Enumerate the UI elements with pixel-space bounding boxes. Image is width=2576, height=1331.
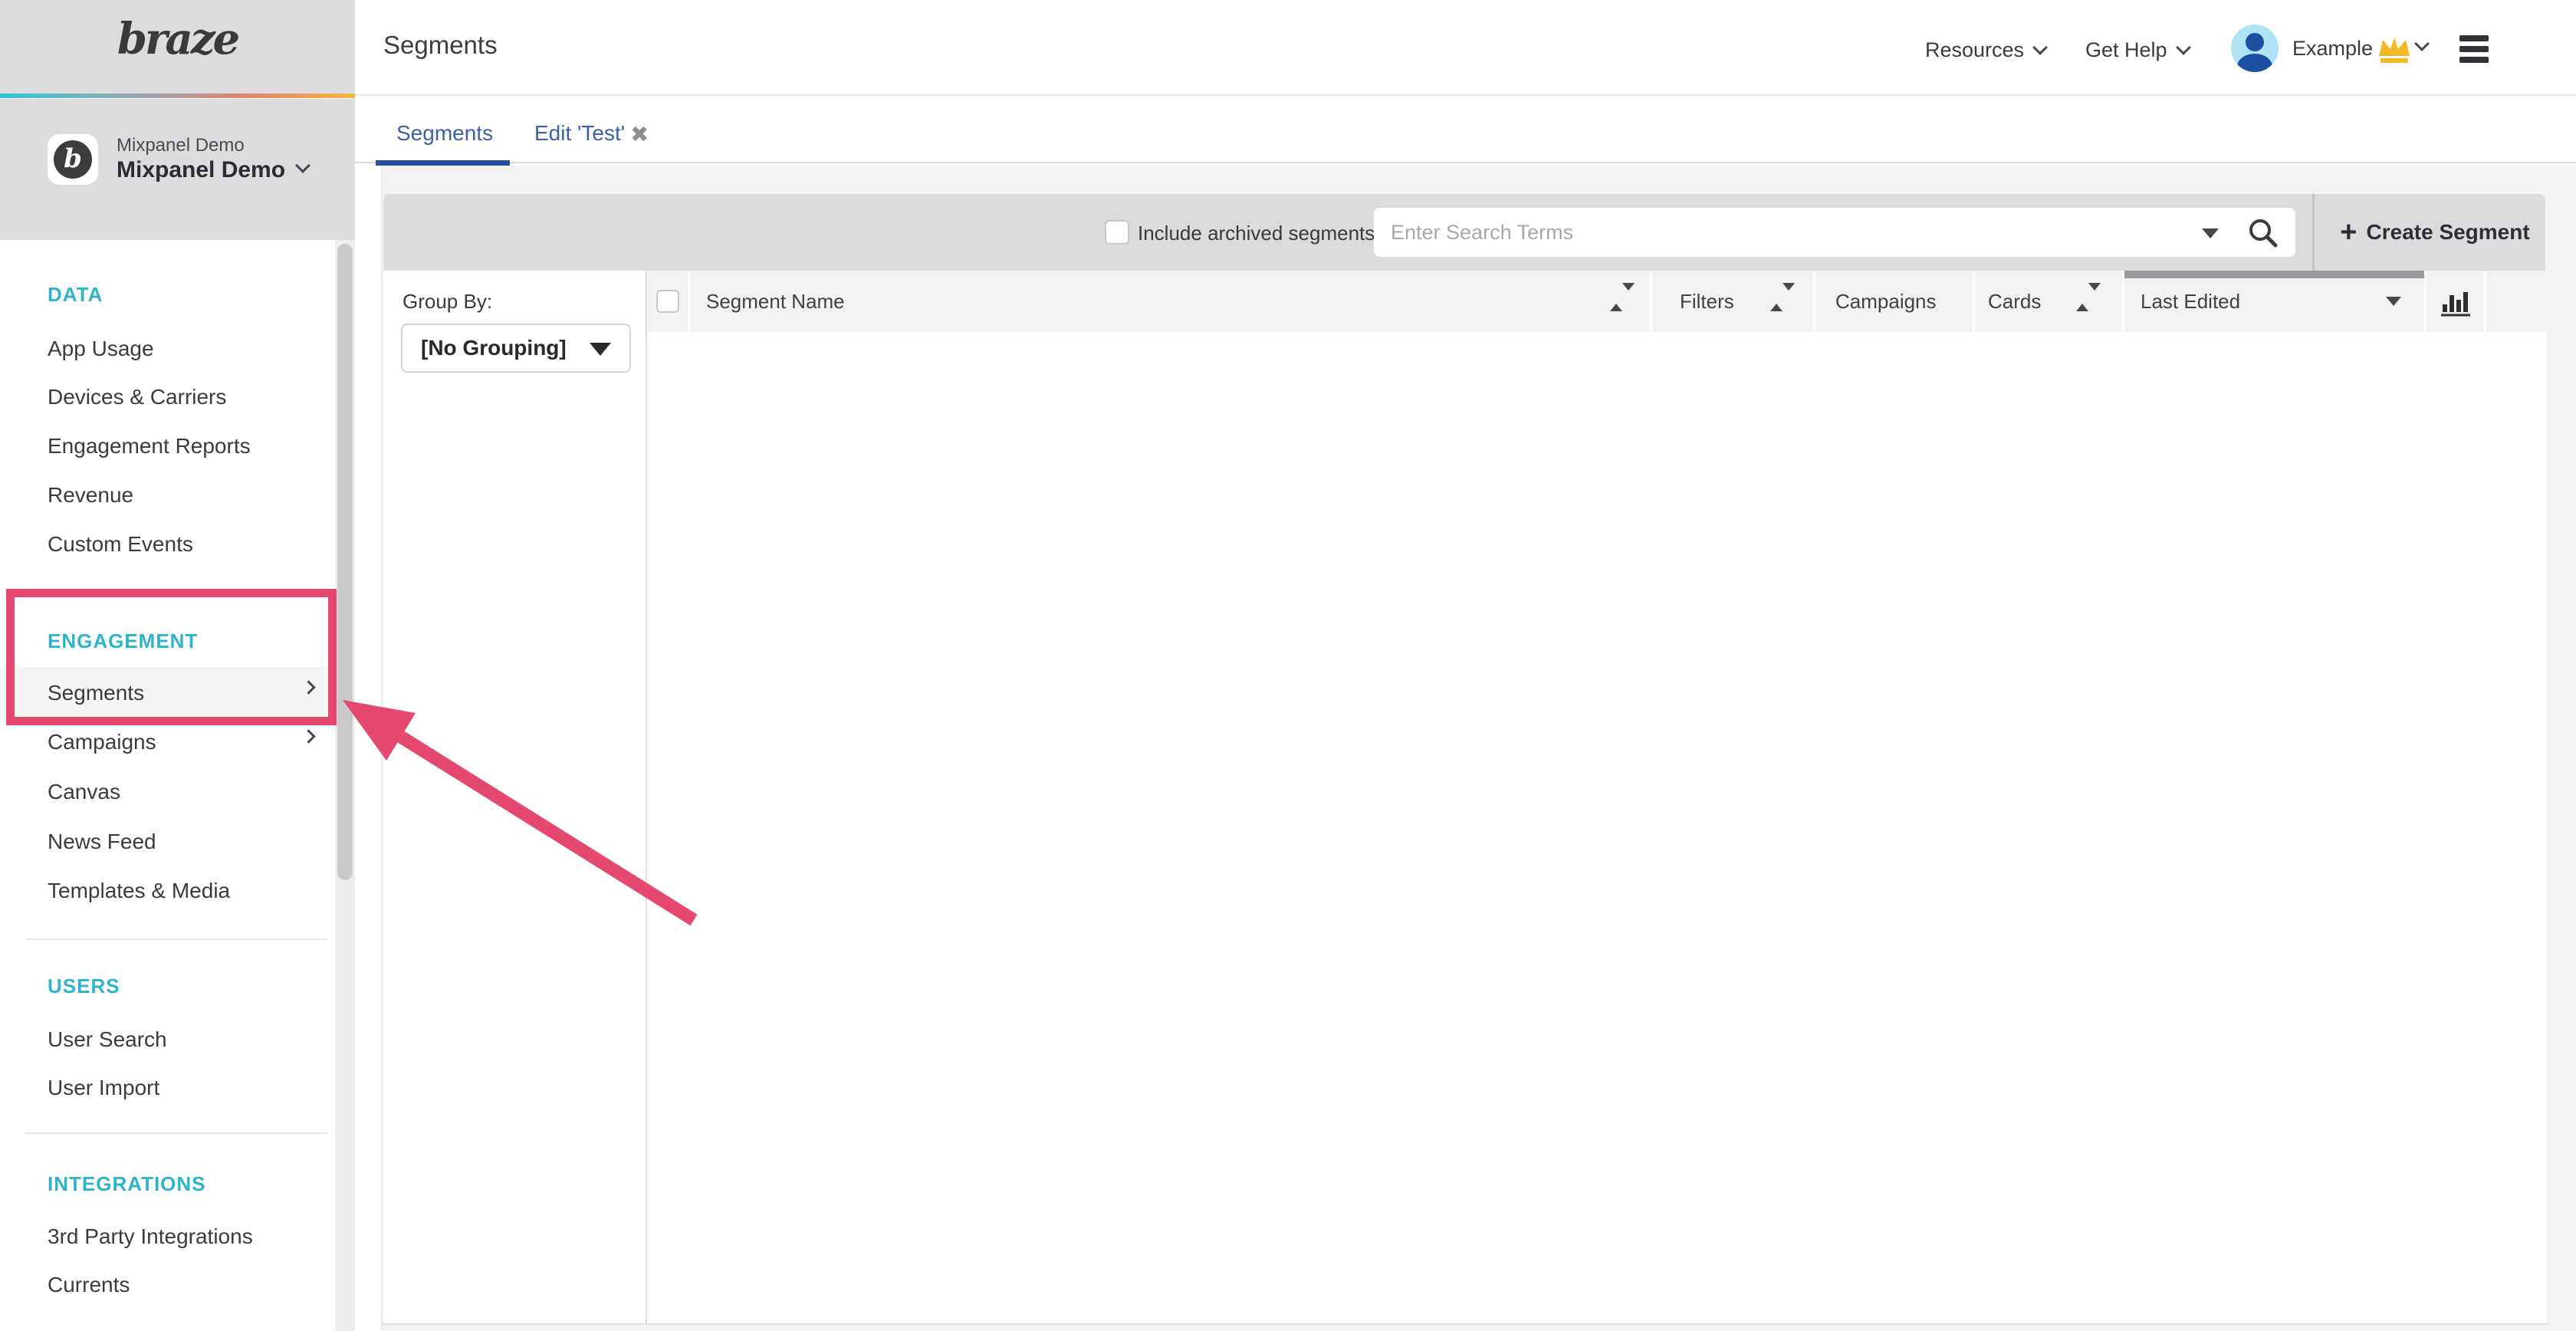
header-cell-chart[interactable] [2426,271,2484,332]
sidebar-item-campaigns[interactable]: Campaigns [0,725,335,759]
chevron-down-icon [2032,40,2048,55]
workspace-badge: b [48,134,98,185]
braze-app-window: braze Segments Resources Get Help Exampl… [0,0,2576,1331]
resources-label: Resources [1925,38,2024,62]
sidebar-divider [25,938,327,940]
user-avatar[interactable] [2231,25,2279,72]
hamburger-menu-icon[interactable] [2459,35,2489,64]
user-name: Example [2292,37,2373,61]
header-cell-segment-name[interactable]: Segment Name [691,271,1650,332]
workspace-company: Mixpanel Demo [117,135,245,156]
sidebar-item-user-import[interactable]: User Import [0,1071,335,1105]
braze-logo: braze [0,14,355,64]
header-cell-filters[interactable]: Filters [1652,271,1813,332]
annotation-highlight-box [6,589,337,725]
get-help-menu[interactable]: Get Help [2085,37,2189,63]
sidebar-section-users: USERS [48,969,120,1003]
workspace-name: Mixpanel Demo [117,157,285,183]
sidebar-item-app-usage[interactable]: App Usage [0,332,335,366]
sidebar-item-devices-carriers[interactable]: Devices & Carriers [0,380,335,414]
sidebar-divider [25,1132,327,1134]
chevron-down-icon [2176,40,2191,55]
header-cell-cards[interactable]: Cards [1975,271,2122,332]
sidebar-item-engagement-reports[interactable]: Engagement Reports [0,429,335,463]
select-all-checkbox[interactable] [656,290,679,313]
panel-bottom-border [381,1323,2547,1325]
resources-menu[interactable]: Resources [1925,37,2045,63]
sort-icon[interactable] [2076,291,2101,304]
sidebar-item-3rd-party-integrations[interactable]: 3rd Party Integrations [0,1220,335,1254]
search-dropdown-caret-icon[interactable] [2202,228,2219,238]
group-by-select[interactable]: [No Grouping] [401,324,631,373]
group-by-label: Group By: [402,290,492,314]
avatar-person-icon [2237,54,2272,72]
include-archived-checkbox[interactable] [1105,220,1129,245]
sidebar-item-canvas[interactable]: Canvas [0,775,335,809]
avatar-person-icon [2246,33,2264,51]
sort-icon[interactable] [1610,291,1635,304]
page-title: Segments [383,31,498,60]
sidebar-item-news-feed[interactable]: News Feed [0,825,335,859]
panel-divider [646,271,647,1323]
sidebar-item-templates-media[interactable]: Templates & Media [0,874,335,908]
toolbar-divider [2312,194,2315,271]
tab-edit-test[interactable]: Edit 'Test' [534,121,625,146]
sidebar-item-user-search[interactable]: User Search [0,1023,335,1057]
segments-panel [383,271,2547,1323]
search-input[interactable] [1374,208,2295,257]
header-cell-spacer [2486,271,2547,332]
sidebar-scrollbar-track [335,240,355,1331]
sidebar-item-custom-events[interactable]: Custom Events [0,527,335,561]
plus-icon: + [2340,218,2357,247]
crown-icon [2377,37,2412,64]
close-icon[interactable]: ✖ [630,121,649,148]
create-segment-label: Create Segment [2367,220,2530,245]
sidebar-scrollbar-thumb[interactable] [337,244,353,880]
workspace-badge-letter: b [54,140,92,179]
include-archived-label: Include archived segments [1138,222,1375,245]
create-segment-button[interactable]: + Create Segment [2323,194,2547,271]
topbar-divider [355,94,2576,96]
group-by-value: [No Grouping] [402,336,567,360]
header-cell-last-edited[interactable]: Last Edited [2124,271,2424,332]
search-icon[interactable] [2245,215,2282,251]
caret-down-icon [590,343,611,356]
active-sort-indicator [2124,271,2424,278]
brand-gradient-bar [0,94,355,98]
bar-chart-icon [2440,286,2472,317]
header-cell-select-all [648,271,688,332]
sidebar-section-integrations: INTEGRATIONS [48,1167,206,1201]
tabstrip-divider [355,162,2576,163]
header-cell-campaigns[interactable]: Campaigns [1815,271,1973,332]
tab-segments[interactable]: Segments [396,121,493,146]
sidebar-section-data: DATA [48,278,103,311]
workspace-selector[interactable]: b Mixpanel Demo Mixpanel Demo [0,99,355,240]
sidebar-item-revenue[interactable]: Revenue [0,478,335,512]
get-help-label: Get Help [2085,38,2167,62]
sidebar-item-currents[interactable]: Currents [0,1268,335,1302]
sort-icon[interactable] [1770,291,1795,304]
active-tab-underline [376,160,510,166]
chevron-down-icon [295,158,310,173]
sort-desc-icon[interactable] [2386,297,2401,306]
logo-block: braze [0,0,355,96]
